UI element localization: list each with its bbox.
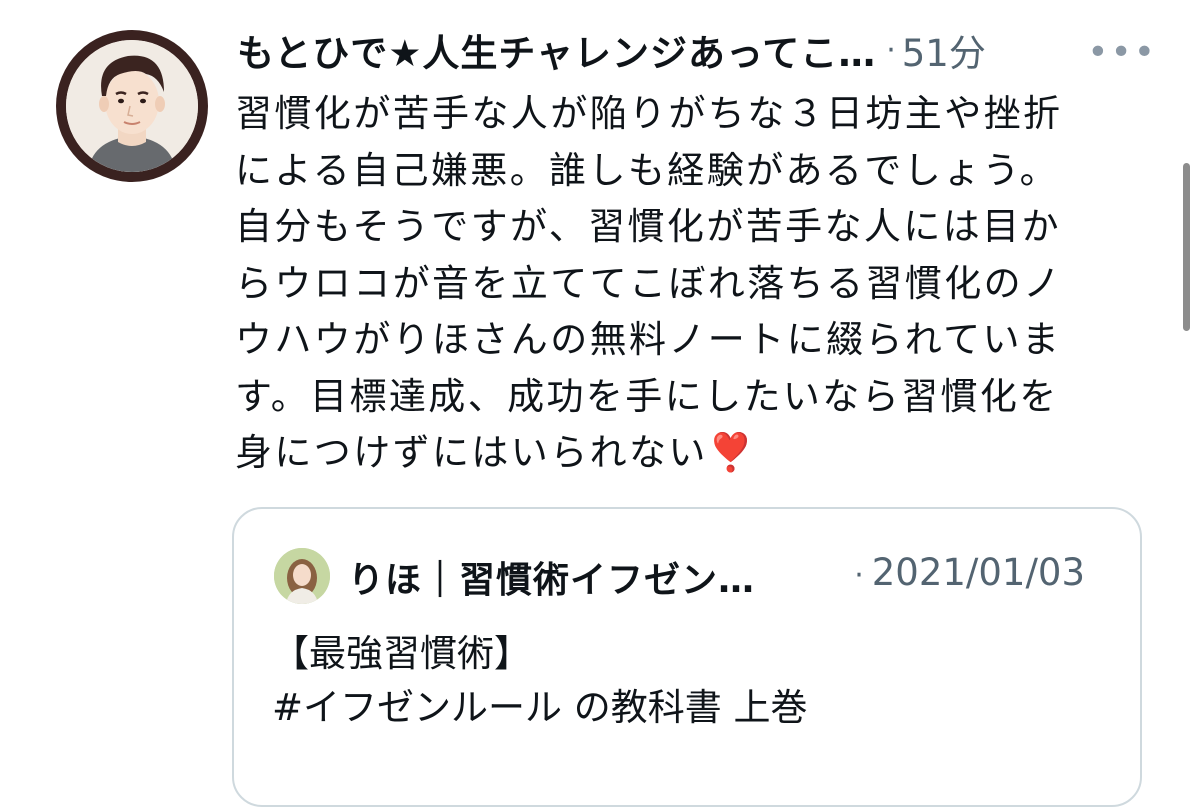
post-line: による自己嫌悪。誰しも経験があるでしょう。 bbox=[235, 148, 1060, 192]
post-line: ウハウがりほさんの無料ノートに綴られていま bbox=[235, 318, 1062, 361]
quoted-post-hashtag-line[interactable]: #イフゼンルール の教科書 上巻 bbox=[272, 686, 808, 729]
quoted-post-body: 【最強習慣術】 #イフゼンルール の教科書 上巻 bbox=[272, 627, 1072, 735]
post-line: す。目標達成、成功を手にしたいなら習慣化を bbox=[235, 374, 1059, 418]
quoted-post-card[interactable]: りほ｜習慣術イフゼン… · 2021/01/03 【最強習慣術】 #イフゼンルール… bbox=[232, 507, 1142, 807]
scrollbar-thumb[interactable] bbox=[1183, 163, 1190, 331]
author-avatar[interactable] bbox=[56, 30, 208, 182]
post-timestamp[interactable]: 51分 bbox=[902, 23, 986, 77]
author-name[interactable]: もとひで★人生チャレンジあってこ… bbox=[237, 23, 876, 77]
separator-dot: · bbox=[854, 558, 864, 593]
post-line: らウロコが音を立ててこぼれ落ちる習慣化のノ bbox=[235, 261, 1063, 305]
quoted-avatar-illustration bbox=[274, 548, 330, 604]
avatar-face-illustration bbox=[66, 40, 198, 172]
post-line: 自分もそうですが、習慣化が苦手な人には目か bbox=[235, 205, 1061, 248]
post-header: もとひで★人生チャレンジあってこ… · 51分 ••• bbox=[237, 22, 1157, 78]
post-line: 習慣化が苦手な人が陥りがちな３日坊主や挫折 bbox=[235, 92, 1063, 135]
more-options-icon[interactable]: ••• bbox=[1087, 32, 1157, 73]
quoted-post-line: 【最強習慣術】 bbox=[272, 632, 531, 675]
post-line: 身につけずにはいられない bbox=[235, 431, 708, 474]
quoted-post-date[interactable]: 2021/01/03 bbox=[872, 551, 1085, 594]
heart-exclamation-icon: ❣️ bbox=[707, 431, 757, 474]
post-body: 習慣化が苦手な人が陥りがちな３日坊主や挫折 による自己嫌悪。誰しも経験があるでし… bbox=[235, 86, 1125, 482]
quoted-author-name[interactable]: りほ｜習慣術イフゼン… bbox=[348, 551, 755, 603]
quoted-author-avatar[interactable] bbox=[274, 548, 330, 604]
quoted-post-date-wrap: · 2021/01/03 bbox=[854, 551, 1085, 594]
separator-dot: · bbox=[886, 32, 896, 68]
